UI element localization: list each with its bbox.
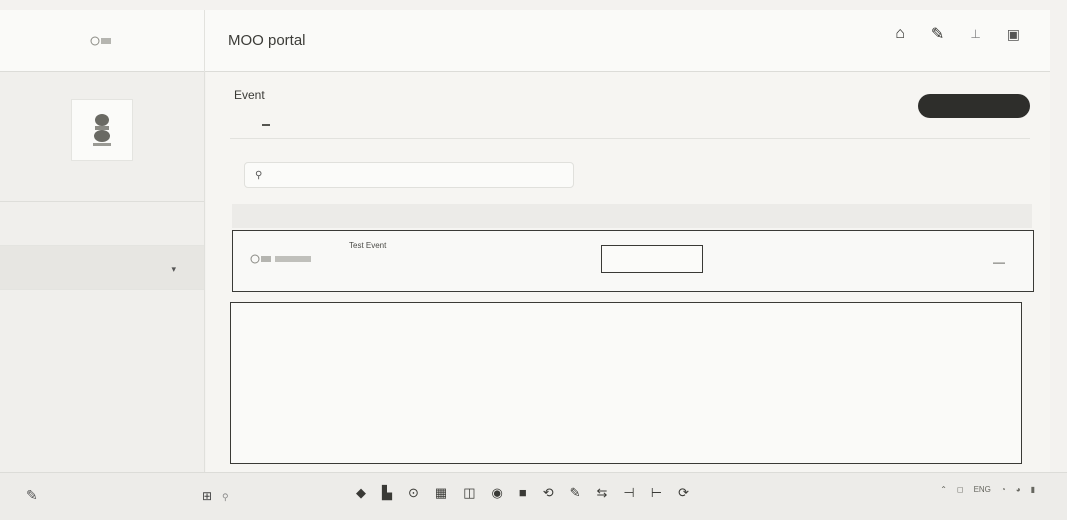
profile-icon[interactable]: ▣ <box>1007 26 1020 43</box>
logo-wordmark <box>275 256 311 262</box>
sidebar-item-users[interactable]: ▾ <box>0 246 204 290</box>
top-icons: ⌂ ✎ ⊥ ▣ <box>895 24 1020 44</box>
home-icon[interactable]: ⌂ <box>895 25 905 43</box>
event-logo <box>249 253 311 265</box>
search-icon: ⚲ <box>222 491 229 502</box>
battery-icon[interactable]: ▮ <box>1031 485 1035 494</box>
app-icon[interactable]: ⟳ <box>678 485 689 501</box>
app-icon[interactable]: ⊙ <box>408 485 419 501</box>
sidebar-subitem-5[interactable] <box>0 434 204 470</box>
app-icon[interactable]: ◆ <box>356 485 366 501</box>
download-icon[interactable]: ⊥ <box>970 27 980 41</box>
main-content: Event ⚲ Test Event — <box>206 72 1050 472</box>
taskbar: ✎ ⊞ ⚲ ◆ ▙ ⊙ ▦ ◫ ◉ ■ ⟲ ✎ ⇆ ⊣ ⊢ ⟳ ⌃ ◻ ENG … <box>0 472 1067 520</box>
app-icon[interactable]: ✎ <box>570 485 581 501</box>
app-icon[interactable]: ■ <box>519 485 527 501</box>
sidebar-subitem-1[interactable] <box>0 290 204 326</box>
screen: MOO portal ⌂ ✎ ⊥ ▣ ▾ Event ⚲ Test Event … <box>0 0 1067 520</box>
app-icon[interactable]: ⊢ <box>651 485 662 501</box>
emblem-logo-icon <box>250 254 271 264</box>
chevron-up-icon[interactable]: ⌃ <box>940 485 947 494</box>
search-input[interactable] <box>268 170 549 180</box>
chevron-down-icon[interactable]: ▾ <box>171 264 176 275</box>
weather-icon[interactable]: ✎ <box>26 487 38 504</box>
network-icon[interactable]: ◻ <box>957 485 964 494</box>
volume-icon[interactable]: ◕ <box>1016 485 1021 494</box>
tab-bar <box>236 120 386 126</box>
profile-section <box>0 72 204 202</box>
app-icon[interactable]: ▙ <box>382 485 392 501</box>
sidebar-subitem-3[interactable] <box>0 362 204 398</box>
sidebar: ▾ <box>0 72 205 472</box>
app-title: MOO portal <box>228 32 306 49</box>
taskbar-apps: ◆ ▙ ⊙ ▦ ◫ ◉ ■ ⟲ ✎ ⇆ ⊣ ⊢ ⟳ <box>356 485 689 501</box>
app-icon[interactable]: ◫ <box>463 485 475 501</box>
app-icon[interactable]: ⟲ <box>543 485 554 501</box>
sidebar-subitem-4[interactable] <box>0 398 204 434</box>
create-event-button[interactable] <box>918 94 1030 118</box>
top-bar: MOO portal ⌂ ✎ ⊥ ▣ <box>0 10 1050 72</box>
table-header <box>232 204 1032 228</box>
start-icon[interactable]: ⊞ <box>202 489 212 503</box>
language-icon[interactable]: ENG <box>974 485 991 494</box>
notification-icon[interactable]: ✎ <box>931 24 944 44</box>
sidebar-item-home[interactable] <box>0 202 204 246</box>
table-row[interactable]: Test Event — <box>232 230 1034 292</box>
system-tray: ⌃ ◻ ENG ◔ ◕ ▮ <box>940 485 1045 494</box>
more-actions-icon[interactable]: — <box>993 255 1005 269</box>
app-icon[interactable]: ⇆ <box>597 485 608 501</box>
brand-logo[interactable] <box>0 10 205 72</box>
app-icon[interactable]: ▦ <box>435 485 447 501</box>
search-box[interactable]: ⚲ <box>244 162 574 188</box>
sidebar-subitem-2[interactable] <box>0 326 204 362</box>
national-emblem-icon <box>93 113 111 146</box>
browser-icon[interactable]: ◉ <box>492 485 503 501</box>
app-icon[interactable]: ⊣ <box>623 485 634 501</box>
detail-panel <box>230 302 1022 464</box>
emblem-logo-icon <box>90 36 111 46</box>
page-title: Event <box>234 88 265 102</box>
search-icon: ⚲ <box>255 169 263 181</box>
tab-divider <box>230 138 1030 139</box>
event-name: Test Event <box>349 241 387 250</box>
taskbar-search[interactable]: ⚲ <box>222 487 332 507</box>
wifi-icon[interactable]: ◔ <box>1001 485 1006 494</box>
emblem-image <box>71 98 133 161</box>
row-input-field[interactable] <box>601 245 703 273</box>
logo-mark <box>89 35 115 47</box>
